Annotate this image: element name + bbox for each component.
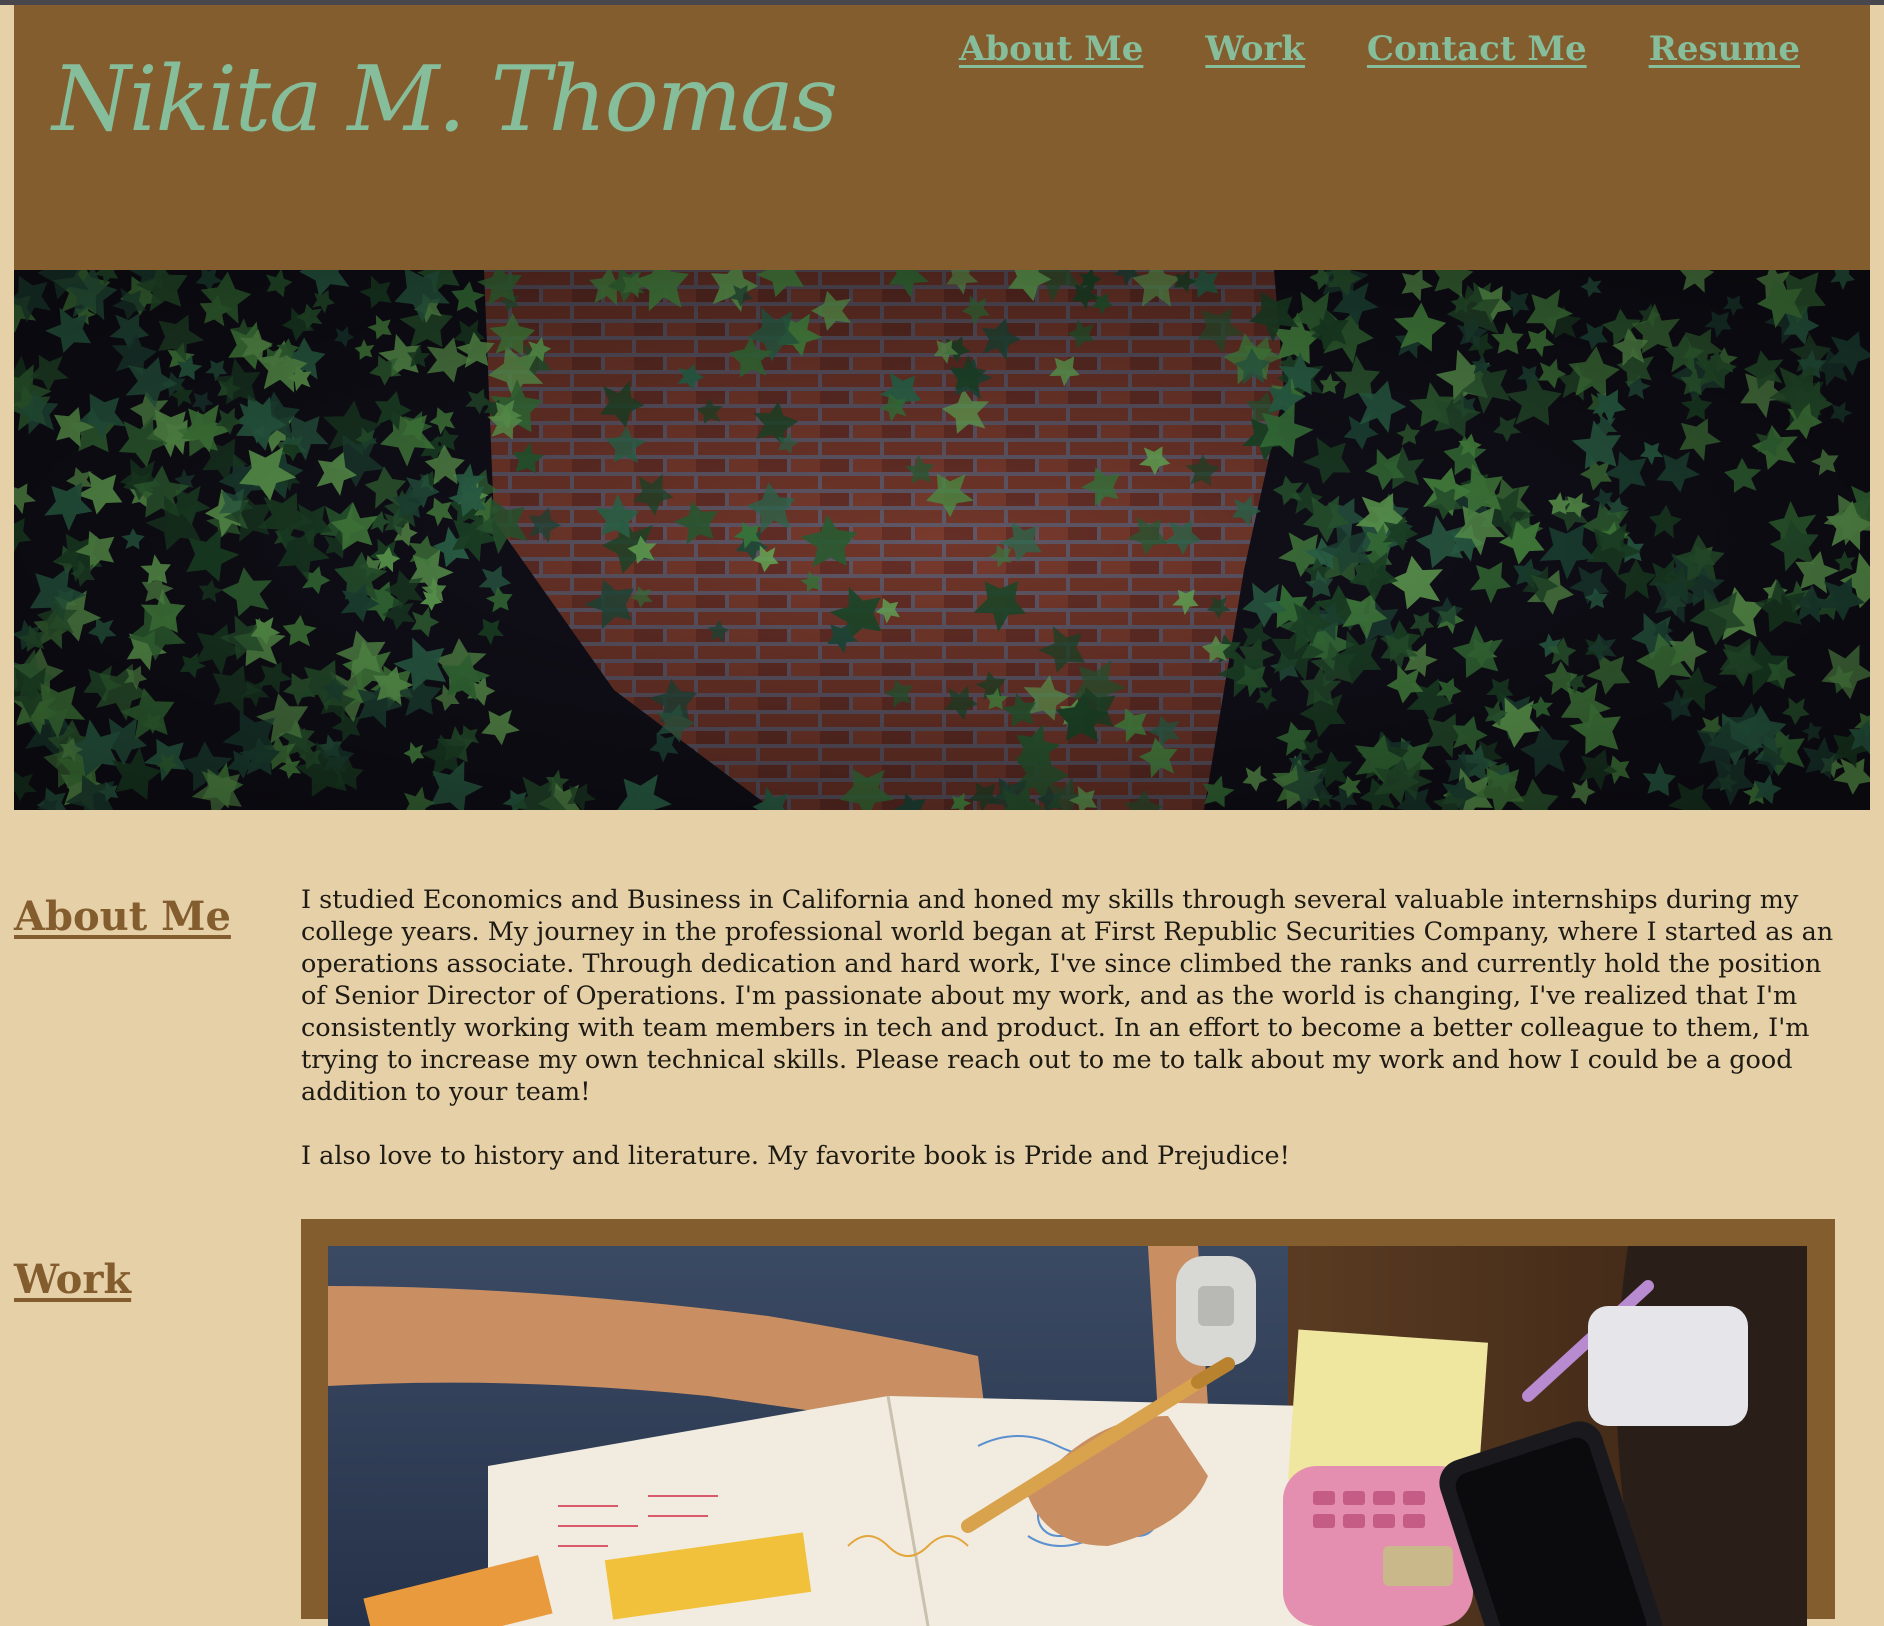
about-me-text: I studied Economics and Business in Cali…: [301, 884, 1841, 1204]
about-me-heading[interactable]: About Me: [14, 893, 231, 940]
about-paragraph-2: I also love to history and literature. M…: [301, 1141, 1290, 1171]
main-nav: About Me Work Contact Me Resume: [959, 29, 1800, 69]
work-image-frame: [301, 1219, 1835, 1626]
person-writing-notebook-illustration: [328, 1246, 1807, 1626]
ivy-brick-wall-illustration: [14, 270, 1870, 810]
hero-banner-image: [14, 270, 1870, 810]
about-paragraph-1: I studied Economics and Business in Cali…: [301, 885, 1834, 1107]
nav-link-work[interactable]: Work: [1205, 29, 1305, 69]
site-header: Nikita M. Thomas About Me Work Contact M…: [14, 5, 1870, 270]
nav-link-contact-me[interactable]: Contact Me: [1367, 29, 1587, 69]
nav-link-resume[interactable]: Resume: [1649, 29, 1800, 69]
site-title: Nikita M. Thomas: [52, 47, 838, 152]
nav-link-about-me[interactable]: About Me: [959, 29, 1143, 69]
work-heading[interactable]: Work: [14, 1256, 131, 1303]
work-photo: [328, 1246, 1807, 1626]
